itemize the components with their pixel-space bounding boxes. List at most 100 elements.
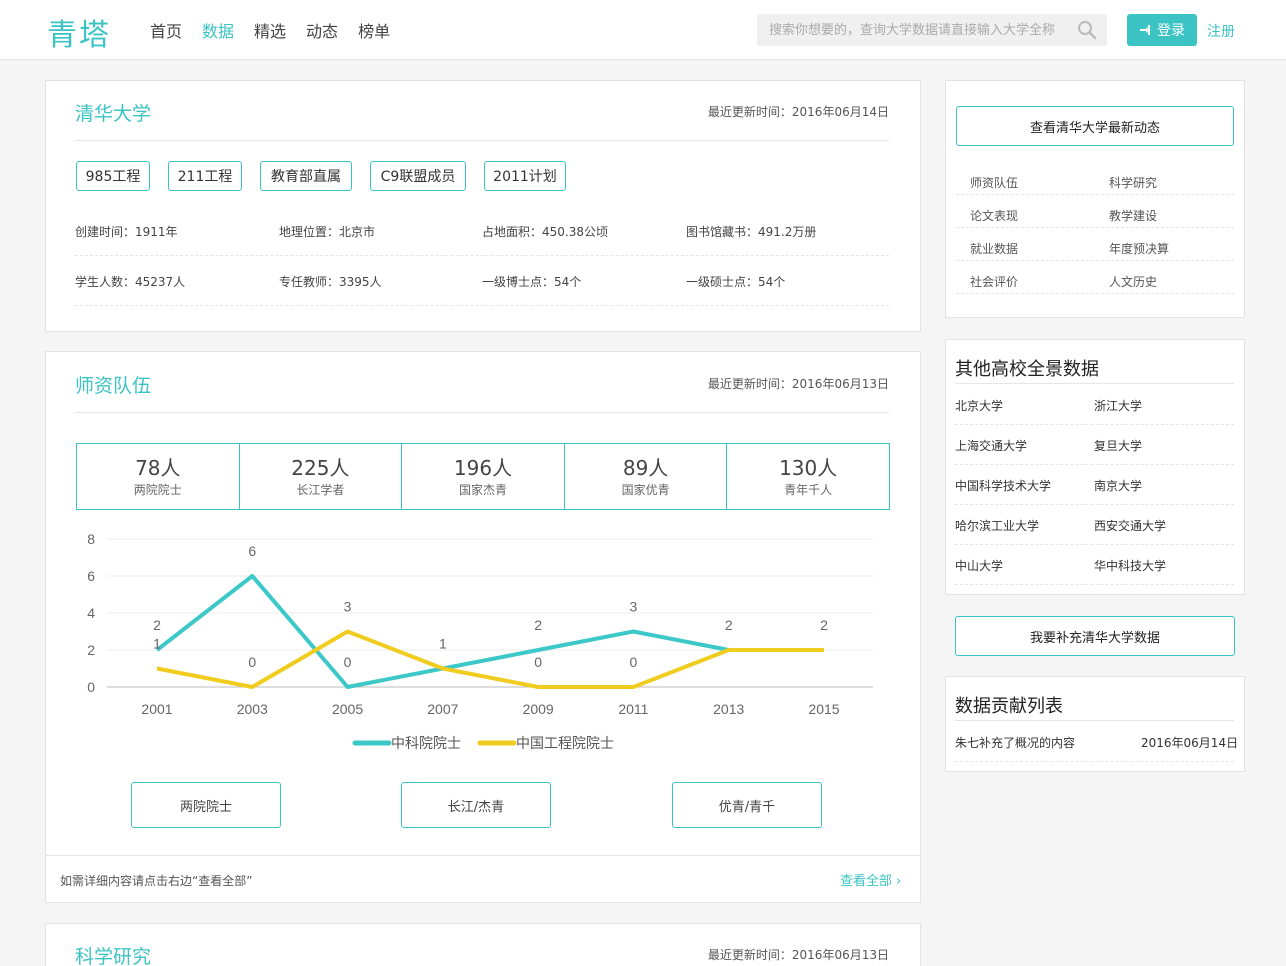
x-tick-label: 2005 — [332, 701, 363, 717]
sidebar-link-budget[interactable]: 年度预决算 — [1109, 240, 1169, 257]
stat-youqing: 89人 国家优青 — [565, 444, 728, 509]
supplement-data-button[interactable]: 我要补充清华大学数据 — [955, 616, 1235, 656]
stat-youth-thousand: 130人 青年千人 — [727, 444, 889, 509]
divider — [955, 504, 1234, 505]
nav-data[interactable]: 数据 — [202, 18, 234, 42]
nav-home[interactable]: 首页 — [150, 18, 182, 42]
site-logo[interactable]: 青塔 — [47, 10, 111, 54]
search-box — [757, 14, 1107, 46]
divider — [955, 544, 1234, 545]
divider — [956, 194, 1234, 195]
sidebar-link-teaching[interactable]: 教学建设 — [1109, 207, 1157, 224]
sidebar-link-history[interactable]: 人文历史 — [1109, 273, 1157, 290]
stat-label: 两院院士 — [133, 483, 182, 497]
login-label: 登录 — [1157, 23, 1185, 39]
university-link[interactable]: 哈尔滨工业大学 — [955, 517, 1039, 534]
fact-teachers: 专任教师：3395人 — [279, 275, 382, 289]
tag-211[interactable]: 211工程 — [168, 161, 242, 191]
nav-featured[interactable]: 精选 — [254, 18, 286, 42]
x-tick-label: 2009 — [523, 701, 554, 717]
university-link[interactable]: 南京大学 — [1094, 477, 1142, 494]
university-link[interactable]: 复旦大学 — [1094, 437, 1142, 454]
data-label: 3 — [344, 599, 352, 615]
university-link[interactable]: 上海交通大学 — [955, 437, 1027, 454]
login-button[interactable]: 登录 — [1127, 14, 1197, 46]
university-link[interactable]: 华中科技大学 — [1094, 557, 1166, 574]
divider — [956, 227, 1234, 228]
x-tick-label: 2015 — [808, 701, 839, 717]
stat-value: 130人 — [779, 456, 838, 480]
sidebar-link-employment[interactable]: 就业数据 — [970, 240, 1018, 257]
search-input[interactable] — [769, 20, 1069, 40]
fact-founded: 创建时间：1911年 — [75, 225, 178, 239]
contribution-text[interactable]: 朱七补充了概况的内容 — [955, 734, 1075, 751]
divider — [956, 293, 1234, 294]
stat-label: 国家杰青 — [458, 483, 507, 497]
divider — [956, 260, 1234, 261]
data-label: 0 — [344, 654, 352, 670]
contribution-date: 2016年06月14日 — [1141, 736, 1239, 750]
divider — [955, 720, 1234, 721]
divider — [955, 761, 1234, 762]
divider — [955, 424, 1234, 425]
stat-label: 长江学者 — [296, 483, 345, 497]
data-label: 1 — [153, 636, 161, 652]
x-tick-label: 2011 — [618, 701, 648, 717]
login-icon — [1140, 25, 1150, 35]
divider — [75, 255, 889, 256]
nav-news[interactable]: 动态 — [306, 18, 338, 42]
university-link[interactable]: 中山大学 — [955, 557, 1003, 574]
academician-line-chart: 024682001 2003 2005 2007 2009 2011 2013 2015260… — [87, 531, 873, 751]
y-tick-label: 0 — [87, 679, 95, 695]
sidebar-link-reputation[interactable]: 社会评价 — [970, 273, 1018, 290]
stat-jieqing: 196人 国家杰青 — [402, 444, 565, 509]
divider — [955, 383, 1234, 384]
footer-note: 如需详细内容请点击右边“查看全部” — [60, 874, 253, 888]
nav-rankings[interactable]: 榜单 — [358, 18, 390, 42]
btn-academicians[interactable]: 两院院士 — [131, 782, 281, 828]
university-name: 清华大学 — [75, 103, 152, 125]
contributions-card — [945, 676, 1245, 772]
university-link[interactable]: 浙江大学 — [1094, 397, 1142, 414]
data-label: 2 — [153, 617, 161, 633]
stat-changjiang: 225人 长江学者 — [240, 444, 403, 509]
legend-label: 中国工程院院士 — [516, 735, 614, 751]
sidebar-link-papers[interactable]: 论文表现 — [970, 207, 1018, 224]
university-link[interactable]: 中国科学技术大学 — [955, 477, 1051, 494]
view-all-link[interactable]: 查看全部 › — [840, 870, 901, 889]
data-label: 0 — [534, 654, 542, 670]
data-label: 0 — [630, 654, 638, 670]
top-navbar: 青塔 首页 数据 精选 动态 榜单 登录 注册 — [0, 0, 1286, 60]
stat-academicians: 78人 两院院士 — [77, 444, 240, 509]
btn-youqing-qingqian[interactable]: 优青/青千 — [672, 782, 822, 828]
divider — [75, 412, 889, 413]
main-nav: 首页 数据 精选 动态 榜单 — [150, 18, 390, 42]
divider — [75, 140, 889, 141]
search-icon[interactable] — [1077, 20, 1097, 40]
latest-news-button[interactable]: 查看清华大学最新动态 — [956, 106, 1234, 146]
contributions-title: 数据贡献列表 — [955, 696, 1063, 717]
faculty-title: 师资队伍 — [75, 375, 152, 397]
tag-2011[interactable]: 2011计划 — [484, 161, 566, 191]
register-link[interactable]: 注册 — [1207, 21, 1235, 41]
sidebar-link-research[interactable]: 科学研究 — [1109, 174, 1157, 191]
fact-master-programs: 一级硕士点：54个 — [686, 275, 786, 289]
fact-students: 学生人数：45237人 — [75, 275, 186, 289]
research-title: 科学研究 — [75, 946, 152, 966]
tag-moe[interactable]: 教育部直属 — [260, 161, 352, 191]
y-tick-label: 8 — [87, 531, 95, 547]
faculty-stats: 78人 两院院士 225人 长江学者 196人 国家杰青 89人 国家优青 13… — [76, 443, 890, 510]
tag-985[interactable]: 985工程 — [76, 161, 150, 191]
university-link[interactable]: 北京大学 — [955, 397, 1003, 414]
fact-location: 地理位置：北京市 — [279, 225, 376, 239]
y-tick-label: 6 — [87, 568, 95, 584]
data-label: 2 — [820, 617, 828, 633]
university-link[interactable]: 西安交通大学 — [1094, 517, 1166, 534]
x-tick-label: 2007 — [427, 701, 458, 717]
tag-c9[interactable]: C9联盟成员 — [370, 161, 466, 191]
overview-updated: 最近更新时间：2016年06月14日 — [707, 105, 889, 119]
btn-changjiang-jieqing[interactable]: 长江/杰青 — [401, 782, 551, 828]
data-label: 1 — [439, 636, 447, 652]
research-updated: 最近更新时间：2016年06月13日 — [707, 948, 889, 962]
sidebar-link-faculty[interactable]: 师资队伍 — [970, 174, 1018, 191]
